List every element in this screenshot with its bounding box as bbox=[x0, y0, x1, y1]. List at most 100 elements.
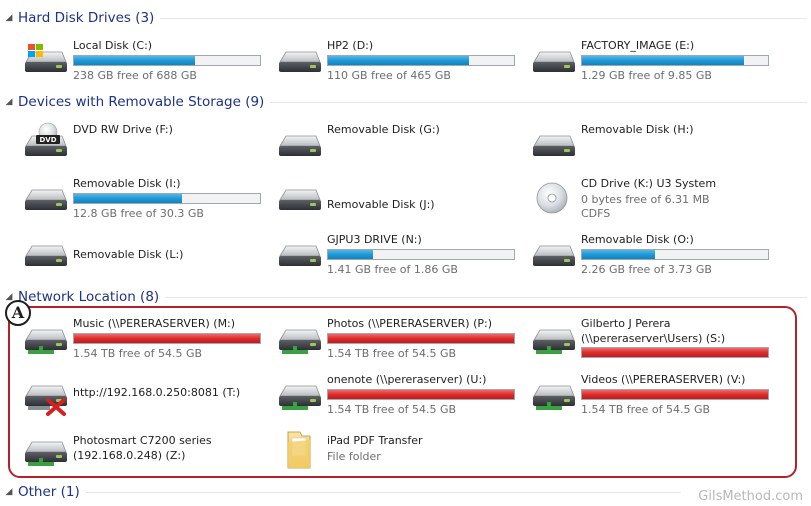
network-drive-s[interactable]: Gilberto J Perera (\\pereraserver\Users)… bbox=[526, 316, 776, 360]
free-space-text: 1.54 TB free of 54.5 GB bbox=[73, 347, 203, 360]
removable-disk-icon bbox=[18, 176, 70, 220]
drive-name: FACTORY_IMAGE (E:) bbox=[581, 39, 695, 52]
capacity-bar-fill bbox=[74, 334, 260, 343]
collapse-chevron-icon[interactable]: ◢ bbox=[0, 97, 18, 107]
collapse-chevron-icon[interactable]: ◢ bbox=[0, 487, 18, 497]
svg-text:DVD: DVD bbox=[39, 136, 56, 144]
capacity-bar-fill bbox=[582, 390, 768, 399]
group-title: Network Location (8) bbox=[18, 289, 160, 305]
drive-item-e[interactable]: FACTORY_IMAGE (E:) 1.29 GB free of 9.85 … bbox=[526, 38, 776, 82]
folder-name: iPad PDF Transfer bbox=[327, 434, 423, 447]
capacity-bar bbox=[581, 389, 769, 400]
capacity-bar-fill bbox=[582, 250, 655, 259]
capacity-bar-fill bbox=[328, 56, 470, 65]
drive-name: CD Drive (K:) U3 System bbox=[581, 177, 717, 190]
drive-item-g[interactable]: Removable Disk (G:) bbox=[272, 122, 522, 166]
group-header-removable-storage[interactable]: ◢ Devices with Removable Storage (9) bbox=[0, 92, 811, 112]
free-space-text: 1.54 TB free of 54.5 GB bbox=[581, 403, 711, 416]
drive-item-l[interactable]: Removable Disk (L:) bbox=[18, 232, 268, 276]
group-divider bbox=[165, 296, 807, 298]
free-space-text: 12.8 GB free of 30.3 GB bbox=[73, 207, 204, 220]
network-drive-icon bbox=[526, 372, 578, 410]
group-divider bbox=[270, 101, 807, 103]
folder-icon bbox=[287, 431, 311, 469]
network-drive-p[interactable]: Photos (\\PERERASERVER) (P:) 1.54 TB fre… bbox=[272, 316, 522, 360]
capacity-bar-fill bbox=[328, 250, 373, 259]
group-divider bbox=[160, 17, 807, 19]
collapse-chevron-icon[interactable]: ◢ bbox=[0, 13, 18, 23]
drive-item-h[interactable]: Removable Disk (H:) bbox=[526, 122, 776, 166]
drive-name: DVD RW Drive (F:) bbox=[73, 123, 173, 136]
network-drive-v[interactable]: Videos (\\PERERASERVER) (V:) 1.54 TB fre… bbox=[526, 372, 776, 416]
removable-disk-icon bbox=[526, 122, 578, 166]
drive-item-c[interactable]: Local Disk (C:) 238 GB free of 688 GB bbox=[18, 38, 268, 82]
capacity-bar bbox=[581, 55, 769, 66]
drive-name: Music (\\PERERASERVER) (M:) bbox=[73, 317, 236, 330]
drive-name: Removable Disk (J:) bbox=[327, 198, 435, 211]
group-divider bbox=[85, 491, 681, 493]
hard-drive-icon bbox=[272, 38, 324, 82]
capacity-bar-fill bbox=[74, 194, 182, 203]
network-drive-icon bbox=[526, 316, 578, 354]
folder-ipad-pdf-transfer[interactable]: iPad PDF Transfer File folder bbox=[272, 428, 522, 472]
network-drive-z[interactable]: Photosmart C7200 series (192.168.0.248) … bbox=[18, 428, 268, 472]
disconnected-network-drive-icon bbox=[18, 372, 70, 416]
watermark-text: GilsMethod.com bbox=[698, 489, 803, 504]
capacity-bar bbox=[73, 55, 261, 66]
free-space-text: 1.54 TB free of 54.5 GB bbox=[327, 403, 457, 416]
network-drive-icon bbox=[18, 316, 70, 354]
drive-name: Photosmart C7200 series bbox=[73, 434, 212, 447]
drive-name: onenote (\\pereraserver) (U:) bbox=[327, 373, 487, 386]
free-space-text: 2.26 GB free of 3.73 GB bbox=[581, 263, 712, 276]
free-space-text: 1.29 GB free of 9.85 GB bbox=[581, 69, 712, 82]
file-system-text: CDFS bbox=[581, 207, 611, 220]
group-header-network-location[interactable]: ◢ Network Location (8) bbox=[0, 287, 811, 307]
group-header-other[interactable]: ◢ Other (1) bbox=[0, 482, 811, 502]
capacity-bar bbox=[327, 249, 515, 260]
removable-disk-icon bbox=[526, 232, 578, 276]
drive-name: Removable Disk (L:) bbox=[73, 248, 184, 261]
capacity-bar-fill bbox=[74, 56, 195, 65]
drive-name-line2: (\\pereraserver\Users) (S:) bbox=[581, 332, 726, 345]
network-drive-t[interactable]: http://192.168.0.250:8081 (T:) bbox=[18, 372, 268, 416]
drive-name: Removable Disk (O:) bbox=[581, 233, 694, 246]
drive-item-k[interactable]: CD Drive (K:) U3 System 0 bytes free of … bbox=[526, 176, 776, 220]
cd-disc-icon bbox=[536, 182, 568, 214]
drive-name: HP2 (D:) bbox=[327, 39, 374, 52]
drive-name: Gilberto J Perera bbox=[581, 317, 671, 330]
capacity-bar-fill bbox=[582, 56, 744, 65]
capacity-bar bbox=[581, 347, 769, 358]
drive-name-line2: (192.168.0.248) (Z:) bbox=[73, 449, 186, 462]
group-title: Other (1) bbox=[18, 484, 80, 500]
free-space-text: 0 bytes free of 6.31 MB bbox=[581, 193, 710, 206]
network-drive-icon bbox=[272, 316, 324, 354]
drive-name: Photos (\\PERERASERVER) (P:) bbox=[327, 317, 493, 330]
network-drive-u[interactable]: onenote (\\pereraserver) (U:) 1.54 TB fr… bbox=[272, 372, 522, 416]
drive-item-o[interactable]: Removable Disk (O:) 2.26 GB free of 3.73… bbox=[526, 232, 776, 276]
drive-name: Videos (\\PERERASERVER) (V:) bbox=[581, 373, 746, 386]
capacity-bar bbox=[327, 55, 515, 66]
network-drive-m[interactable]: Music (\\PERERASERVER) (M:) 1.54 TB free… bbox=[18, 316, 268, 360]
drive-name: Removable Disk (I:) bbox=[73, 177, 181, 190]
dvd-drive-icon: DVD bbox=[18, 122, 70, 166]
drive-item-f[interactable]: DVD DVD RW Drive (F:) bbox=[18, 122, 268, 166]
group-header-hard-disk-drives[interactable]: ◢ Hard Disk Drives (3) bbox=[0, 8, 811, 28]
capacity-bar bbox=[327, 389, 515, 400]
drive-item-n[interactable]: GJPU3 DRIVE (N:) 1.41 GB free of 1.86 GB bbox=[272, 232, 522, 276]
group-title: Devices with Removable Storage (9) bbox=[18, 94, 265, 110]
removable-disk-icon bbox=[272, 232, 324, 276]
capacity-bar-fill bbox=[582, 348, 768, 357]
windows-drive-icon bbox=[18, 44, 70, 82]
capacity-bar-fill bbox=[328, 390, 514, 399]
removable-disk-icon bbox=[272, 176, 324, 220]
free-space-text: 238 GB free of 688 GB bbox=[73, 69, 197, 82]
removable-disk-icon bbox=[18, 232, 70, 276]
hard-drive-icon bbox=[526, 38, 578, 82]
group-title: Hard Disk Drives (3) bbox=[18, 10, 155, 26]
drive-item-i[interactable]: Removable Disk (I:) 12.8 GB free of 30.3… bbox=[18, 176, 268, 220]
drive-name: Local Disk (C:) bbox=[73, 39, 153, 52]
drive-name: GJPU3 DRIVE (N:) bbox=[327, 233, 422, 246]
drive-name: Removable Disk (G:) bbox=[327, 123, 440, 136]
drive-item-j[interactable]: Removable Disk (J:) bbox=[272, 176, 522, 220]
drive-item-d[interactable]: HP2 (D:) 110 GB free of 465 GB bbox=[272, 38, 522, 82]
